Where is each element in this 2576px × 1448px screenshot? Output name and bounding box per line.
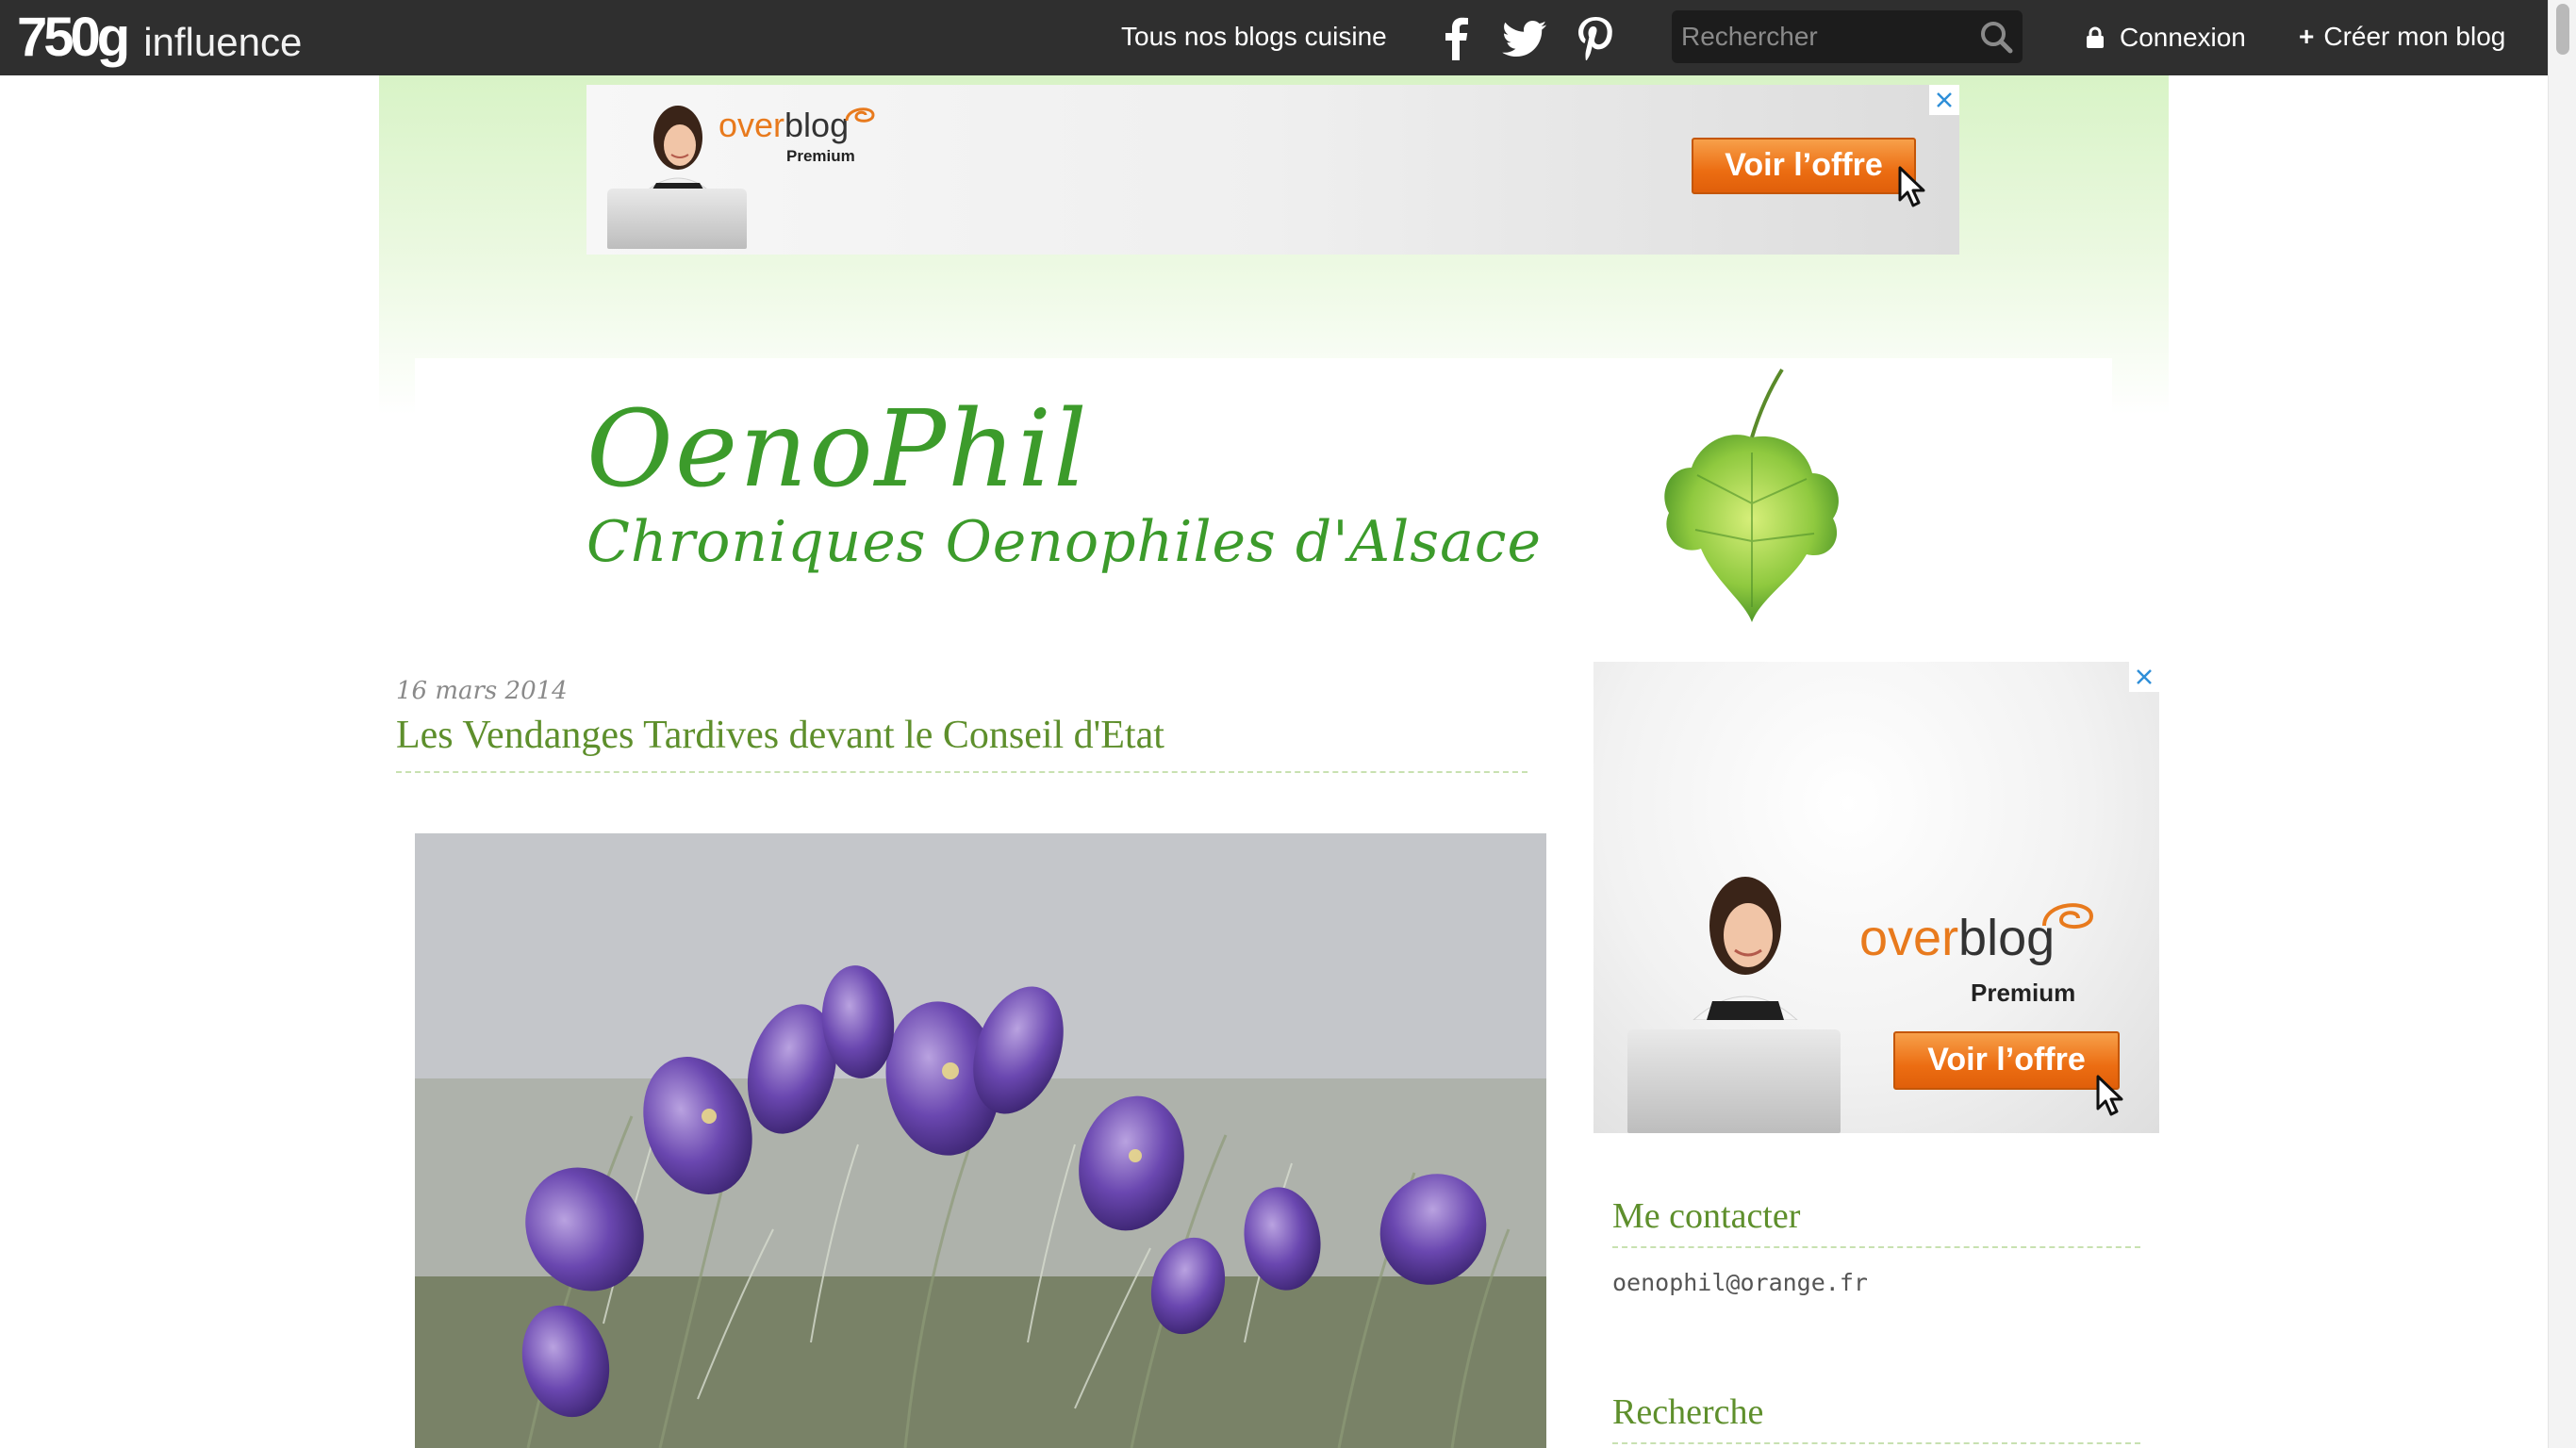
blog-title[interactable]: OenoPhil [586, 388, 1089, 511]
login-link[interactable]: Connexion [2086, 0, 2246, 75]
create-blog-link[interactable]: + Créer mon blog [2299, 0, 2505, 75]
plus-icon: + [2299, 22, 2315, 51]
cursor-icon [2096, 1075, 2123, 1116]
post-title-divider [396, 771, 1527, 773]
search-input[interactable] [1681, 10, 1964, 63]
contact-email-link[interactable]: oenophil@orange.fr [1612, 1269, 1868, 1296]
search-box [1672, 10, 2023, 63]
ad-laptop-image [1627, 1029, 1841, 1133]
ad-close-button[interactable] [2129, 662, 2159, 692]
ad-laptop-image [607, 189, 747, 249]
close-icon [2137, 669, 2152, 684]
ad-woman-image [1693, 877, 1798, 1020]
facebook-icon[interactable] [1435, 15, 1478, 60]
page-scrollbar[interactable] [2548, 0, 2576, 1448]
search-widget-title: Recherche [1612, 1392, 1764, 1432]
site-logo[interactable]: 750g influence [17, 6, 302, 70]
lock-icon [2087, 26, 2104, 48]
contact-widget-divider [1612, 1246, 2140, 1248]
ad-close-button[interactable] [1929, 85, 1959, 115]
cursor-icon [1898, 166, 1925, 207]
ad-swirl-icon [2042, 903, 2094, 929]
post-date: 16 mars 2014 [396, 677, 568, 705]
post-featured-image[interactable] [415, 833, 1546, 1448]
logo-brand: 750g [17, 7, 130, 68]
ad-premium-label: Premium [786, 147, 855, 165]
ad-overblog-logo: overblog [1859, 910, 2056, 966]
create-blog-label: Créer mon blog [2323, 22, 2506, 51]
ad-premium-label: Premium [1971, 979, 2076, 1007]
ad-swirl-icon [845, 107, 875, 123]
sidebar-ad-banner[interactable]: overblog Premium Voir l’offre [1593, 662, 2159, 1133]
post-title[interactable]: Les Vendanges Tardives devant le Conseil… [396, 713, 1164, 758]
search-widget-divider [1612, 1442, 2140, 1444]
nav-all-blogs-link[interactable]: Tous nos blogs cuisine [1121, 0, 1387, 75]
ad-offer-button[interactable]: Voir l’offre [1893, 1031, 2120, 1090]
vine-leaf-icon [1664, 368, 1839, 622]
close-icon [1937, 92, 1952, 107]
blog-subtitle: Chroniques Oenophiles d'Alsace [586, 509, 1542, 575]
pinterest-icon[interactable] [1573, 15, 1616, 61]
pasque-flower-photo [415, 833, 1546, 1448]
login-label: Connexion [2120, 23, 2246, 52]
top-navigation-bar: 750g influence Tous nos blogs cuisine Co… [0, 0, 2548, 75]
top-ad-banner[interactable]: overblog Premium Voir l’offre [586, 85, 1959, 255]
ad-offer-button[interactable]: Voir l’offre [1692, 138, 1916, 194]
ad-overblog-logo: overblog [718, 106, 850, 144]
search-icon[interactable] [1979, 20, 2013, 54]
twitter-icon[interactable] [1501, 15, 1548, 60]
scrollbar-thumb[interactable] [2556, 4, 2569, 55]
contact-widget-title: Me contacter [1612, 1196, 1801, 1236]
logo-word: influence [143, 20, 303, 64]
